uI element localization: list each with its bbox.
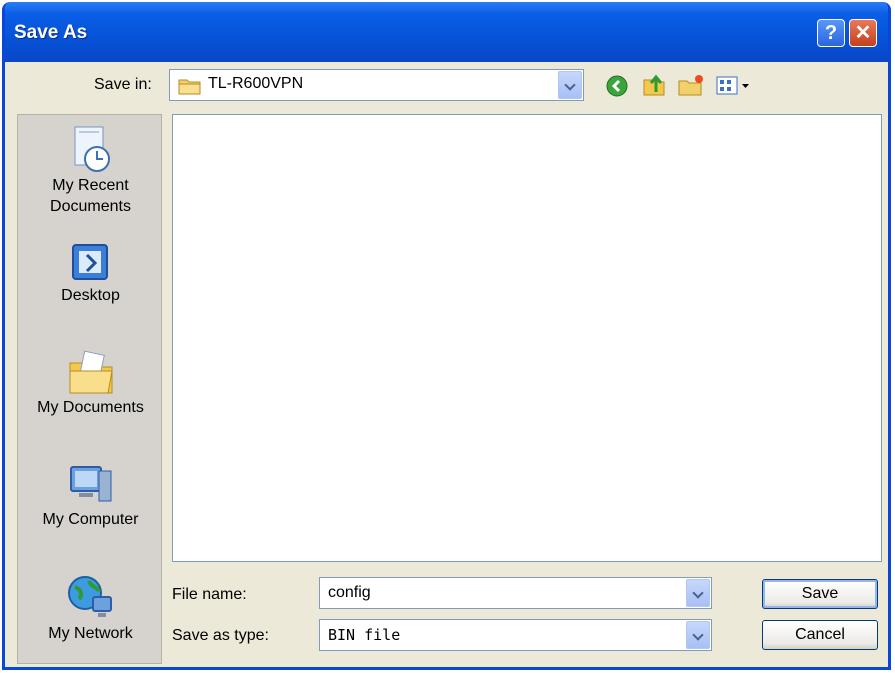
place-my-recent-documents[interactable]: My Recent Documents [18, 123, 163, 217]
up-folder-icon[interactable] [641, 72, 667, 98]
place-label: My Recent [52, 177, 129, 194]
save-button[interactable]: Save [762, 579, 878, 609]
chevron-down-icon[interactable] [686, 621, 710, 649]
new-folder-icon[interactable] [677, 73, 705, 97]
cancel-button[interactable]: Cancel [762, 620, 878, 650]
save-as-type-label: Save as type: [172, 627, 269, 644]
places-bar: My Recent Documents Desktop My Documents… [17, 114, 162, 664]
desktop-icon [71, 244, 108, 280]
file-name-label: File name: [172, 586, 247, 603]
file-name-input[interactable]: config [319, 577, 712, 609]
my-computer-icon [69, 466, 111, 502]
place-my-network[interactable]: My Network [18, 573, 163, 644]
window-title: Save As [14, 22, 88, 43]
place-label: My Computer [42, 511, 139, 528]
place-label: Documents [50, 198, 131, 215]
folder-icon [178, 77, 202, 95]
save-in-dropdown[interactable]: TL-R600VPN [169, 69, 584, 101]
place-desktop[interactable]: Desktop [18, 239, 163, 306]
place-label: My Documents [37, 399, 144, 416]
place-label: My Network [48, 625, 133, 642]
chevron-down-icon[interactable] [686, 579, 710, 607]
place-label: Desktop [61, 287, 120, 304]
save-as-type-dropdown[interactable]: BIN file [319, 619, 712, 651]
place-my-computer[interactable]: My Computer [18, 461, 163, 530]
close-button[interactable]: ✕ [849, 19, 877, 47]
recent-documents-icon [74, 126, 110, 172]
save-as-dialog: Save As ? ✕ Save in: TL-R600VPN My Recen… [2, 2, 891, 670]
help-button[interactable]: ? [817, 19, 845, 47]
my-network-icon [67, 576, 112, 617]
save-in-label: Save in: [94, 76, 152, 93]
save-as-type-value: BIN file [328, 626, 401, 644]
file-list[interactable] [172, 114, 882, 562]
title-bar[interactable]: Save As ? ✕ [5, 2, 888, 62]
back-icon[interactable] [605, 74, 629, 98]
file-name-value: config [328, 584, 371, 601]
place-my-documents[interactable]: My Documents [18, 349, 163, 418]
chevron-down-icon[interactable] [558, 71, 582, 99]
save-in-value: TL-R600VPN [208, 75, 304, 92]
view-menu-icon[interactable] [716, 76, 752, 96]
my-documents-icon [69, 350, 113, 394]
